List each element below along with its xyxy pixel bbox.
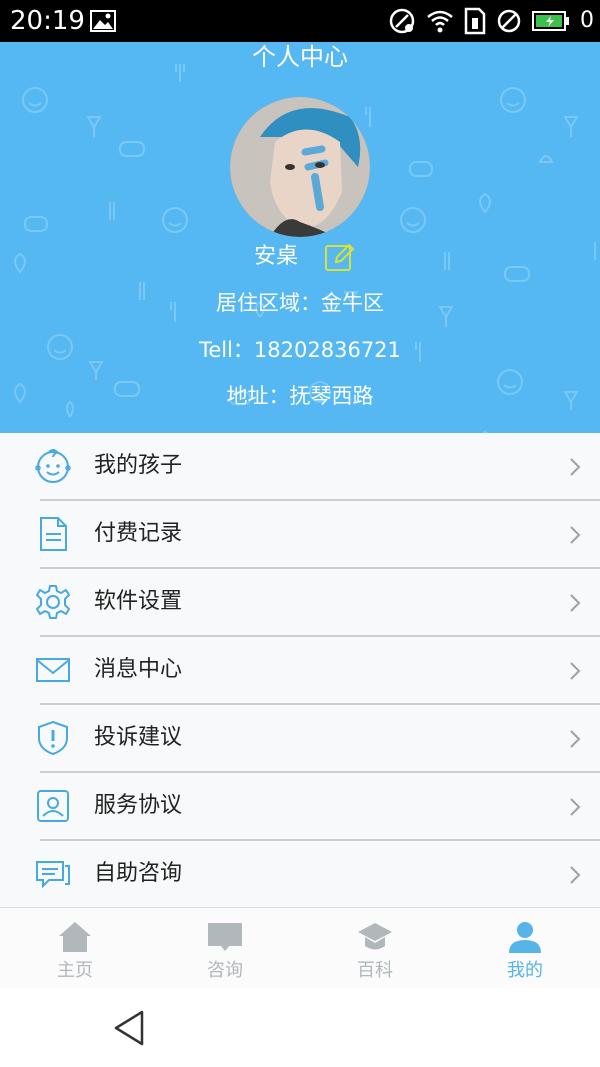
gear-icon xyxy=(36,585,70,619)
status-bar: 20:19 0 xyxy=(0,0,600,42)
home-icon xyxy=(59,922,91,952)
menu-item-label: 服务协议 xyxy=(94,793,183,818)
avatar[interactable] xyxy=(230,97,370,237)
tab-encyclopedia[interactable]: 百科 xyxy=(300,908,450,988)
profile-header: 个人中心 安桌 居住区域：金牛区 Tell：18202836721 地址：抚琴西… xyxy=(0,42,600,433)
chevron-right-icon xyxy=(570,798,581,816)
chat-bubbles-icon xyxy=(36,861,70,889)
address-text: 地址：抚琴西路 xyxy=(226,384,374,408)
chevron-right-icon xyxy=(570,662,581,680)
chevron-right-icon xyxy=(570,594,581,612)
name-row: 安桌 xyxy=(0,240,600,274)
menu-list: 我的孩子 付费记录 软件设置 消息中心 投诉建议 服务协议 自助咨询 xyxy=(0,433,600,907)
chevron-right-icon xyxy=(570,526,581,544)
tab-label: 主页 xyxy=(57,960,93,981)
tab-label: 我的 xyxy=(507,960,543,981)
menu-item-self-service[interactable]: 自助咨询 xyxy=(0,841,600,907)
tab-label: 百科 xyxy=(357,960,393,981)
avatar-portrait-image xyxy=(230,97,370,237)
tab-home[interactable]: 主页 xyxy=(0,908,150,988)
image-notification-icon xyxy=(90,10,116,32)
menu-item-label: 自助咨询 xyxy=(94,861,183,886)
menu-item-label: 消息中心 xyxy=(94,657,183,682)
shield-alert-icon xyxy=(38,720,68,756)
nfc-icon xyxy=(389,8,415,34)
menu-item-label: 软件设置 xyxy=(94,589,183,614)
menu-item-label: 付费记录 xyxy=(94,521,183,546)
chevron-right-icon xyxy=(570,730,581,748)
battery-level-text: 0 xyxy=(580,8,594,33)
tab-label: 咨询 xyxy=(207,960,243,981)
menu-item-label: 投诉建议 xyxy=(94,725,183,750)
battery-icon xyxy=(532,11,569,31)
menu-item-label: 我的孩子 xyxy=(94,453,183,478)
bottom-tab-bar: 主页 咨询 百科 我的 xyxy=(0,907,600,988)
menu-item-complaints[interactable]: 投诉建议 xyxy=(0,705,600,773)
agent-card-icon xyxy=(37,790,69,822)
envelope-icon xyxy=(36,658,70,682)
menu-item-message-center[interactable]: 消息中心 xyxy=(0,637,600,705)
status-time: 20:19 xyxy=(10,6,85,36)
person-icon xyxy=(509,922,541,953)
menu-item-software-settings[interactable]: 软件设置 xyxy=(0,569,600,637)
tel-text: Tell：18202836721 xyxy=(199,338,401,362)
edit-icon[interactable] xyxy=(324,242,356,274)
menu-item-my-children[interactable]: 我的孩子 xyxy=(0,433,600,501)
menu-item-service-agreement[interactable]: 服务协议 xyxy=(0,773,600,841)
sim-card-icon xyxy=(464,7,486,35)
no-signal-icon xyxy=(497,9,521,33)
document-icon xyxy=(40,517,67,551)
page-title: 个人中心 xyxy=(252,43,348,71)
region-text: 居住区域：金牛区 xyxy=(216,291,384,315)
user-name: 安桌 xyxy=(254,244,299,269)
baby-face-icon xyxy=(35,449,71,483)
back-triangle-icon[interactable] xyxy=(110,1008,150,1048)
system-nav-bar xyxy=(0,988,600,1067)
tab-consult[interactable]: 咨询 xyxy=(150,908,300,988)
chevron-right-icon xyxy=(570,458,581,476)
menu-item-payment-records[interactable]: 付费记录 xyxy=(0,501,600,569)
chat-icon xyxy=(208,923,242,951)
graduation-cap-icon xyxy=(358,923,392,950)
wifi-icon xyxy=(427,10,453,33)
tab-mine[interactable]: 我的 xyxy=(450,908,600,988)
chevron-right-icon xyxy=(570,866,581,884)
